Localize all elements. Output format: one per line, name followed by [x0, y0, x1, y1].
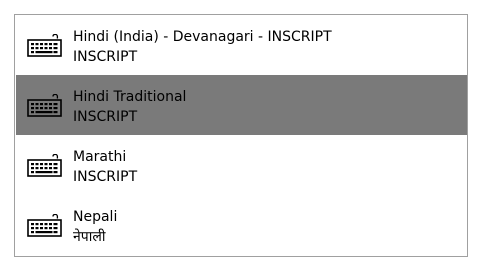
layout-title: Hindi (India) - Devanagari - INSCRIPT [73, 29, 332, 45]
layout-subtitle: INSCRIPT [73, 169, 138, 185]
layout-subtitle: नेपाली [73, 229, 106, 245]
keyboard-icon [27, 34, 62, 57]
layout-subtitle: INSCRIPT [73, 49, 138, 65]
keyboard-layout-list: Hindi (India) - Devanagari - INSCRIPT IN… [14, 14, 468, 257]
list-item-marathi[interactable]: Marathi INSCRIPT [16, 135, 467, 195]
keyboard-icon [27, 214, 62, 237]
list-item-hindi-traditional[interactable]: Hindi Traditional INSCRIPT [16, 75, 467, 135]
layout-title: Hindi Traditional [73, 89, 187, 105]
layout-subtitle: INSCRIPT [73, 109, 138, 125]
layout-title: Nepali [73, 209, 118, 225]
keyboard-icon [27, 94, 62, 117]
list-item-nepali[interactable]: Nepali नेपाली [16, 195, 467, 255]
list-item-hindi-india-devanagari-inscript[interactable]: Hindi (India) - Devanagari - INSCRIPT IN… [16, 15, 467, 75]
layout-title: Marathi [73, 149, 127, 165]
keyboard-icon [27, 154, 62, 177]
